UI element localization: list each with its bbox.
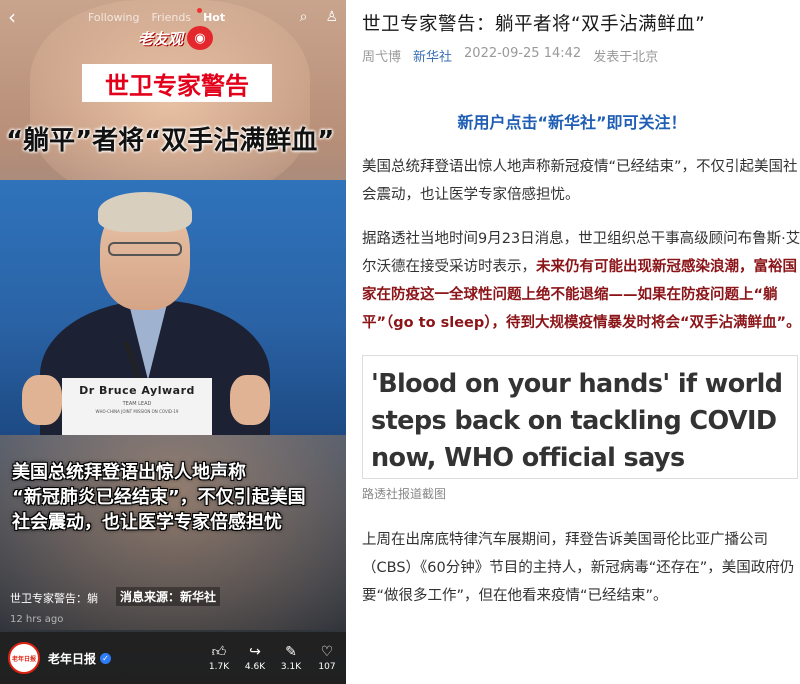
caption-line: 社会震动，也让医学专家倍感担忧 (12, 512, 282, 533)
glasses-shape (108, 242, 182, 256)
account-name-text: 老年日报 (48, 651, 97, 666)
search-icon[interactable]: ⌕ (300, 9, 308, 25)
share-count: 4.6K (244, 662, 266, 672)
headline-line: now, WHO official says (371, 443, 685, 473)
video-subtitle: “躺平”者将“双手沾满鲜血” (6, 126, 335, 156)
source-label: 消息来源：新华社 (116, 587, 221, 606)
caption-line: “新冠肺炎已经结束”，不仅引起美国 (12, 487, 306, 508)
verified-icon: ✓ (100, 652, 112, 664)
follow-promo-link[interactable]: 新用户点击“新华社”即可关注！ (362, 109, 782, 133)
account-name[interactable]: 老年日报 ✓ (48, 650, 112, 667)
plaque-role: TEAM LEAD (122, 401, 152, 407)
like-count: 1.7K (208, 662, 230, 672)
plaque-name: Dr Bruce Aylward (79, 384, 195, 397)
article-location: 发表于北京 (593, 50, 659, 65)
speaker-hair (98, 192, 192, 232)
headline-line: steps back on tackling COVID (371, 406, 777, 436)
favorite-count: 107 (318, 662, 336, 672)
time-ago: 12 hrs ago (10, 614, 64, 625)
article-meta: 周弋博 新华社 2022-09-25 14:42 发表于北京 (362, 46, 800, 65)
tab-friends[interactable]: Friends (152, 11, 192, 24)
avatar-text: 老年日报 (11, 655, 36, 663)
avatar[interactable]: 老年日报 (8, 642, 40, 674)
share-button[interactable]: ↪ 4.6K (244, 644, 266, 672)
article-paragraph: 上周在出席底特律汽车展期间，拜登告诉美国哥伦比亚广播公司（CBS）《60分钟》节… (362, 532, 795, 604)
image-caption: 路透社报道截图 (362, 487, 447, 501)
article-paragraph: 美国总统拜登语出惊人地声称新冠疫情“已经结束”，不仅引起美国社会震动，也让医学专… (362, 159, 798, 203)
article-datetime: 2022-09-25 14:42 (464, 46, 582, 61)
caption-line: 美国总统拜登语出惊人地声称 (12, 462, 246, 483)
channel-logo: 老友观 ◉ (138, 26, 214, 50)
video-panel: ‹ Following Friends Hot ⌕ ♙ 老友观 ◉ 世卫专家警告… (0, 0, 346, 684)
logo-badge-icon: ◉ (187, 26, 214, 50)
headline-line: 'Blood on your hands' if world (371, 369, 783, 399)
video-bottom-bar: 老年日报 老年日报 ✓ 👍︎ 1.7K ↪ 4.6K ✎ 3.1K ♡ 107 (0, 632, 346, 684)
back-icon[interactable]: ‹ (8, 5, 38, 29)
like-icon: 👍︎ (211, 644, 227, 660)
speaker-photo: Dr Bruce Aylward TEAM LEAD WHO-CHINA JOI… (0, 180, 346, 435)
profile-icon[interactable]: ♙ (325, 9, 338, 25)
video-title: 世卫专家警告 (82, 64, 272, 102)
feed-tabs: Following Friends Hot (88, 7, 225, 24)
tab-hot[interactable]: Hot (197, 7, 225, 24)
comment-icon: ✎ (285, 644, 297, 660)
plaque-mission: WHO-CHINA JOINT MISSION ON COVID-19 (95, 409, 179, 414)
video-caption: 美国总统拜登语出惊人地声称 “新冠肺炎已经结束”，不仅引起美国 社会震动，也让医… (0, 460, 346, 535)
logo-text: 老友观 (138, 29, 184, 48)
left-hand (22, 375, 62, 425)
comment-count: 3.1K (280, 662, 302, 672)
right-hand (230, 375, 270, 425)
name-plaque: Dr Bruce Aylward TEAM LEAD WHO-CHINA JOI… (62, 378, 212, 435)
article-author: 周弋博 (362, 50, 402, 65)
video-info-title[interactable]: 世卫专家警告：躺 (10, 590, 98, 606)
article-title: 世卫专家警告：躺平者将“双手沾满鲜血” (362, 14, 706, 35)
reuters-headline-screenshot: 'Blood on your hands' if world steps bac… (362, 355, 798, 479)
engagement-stats: 👍︎ 1.7K ↪ 4.6K ✎ 3.1K ♡ 107 (208, 644, 338, 672)
article-paragraph: 据路透社当地时间9月23日消息，世卫组织总干事高级顾问布鲁斯·艾尔沃德在接受采访… (362, 225, 800, 337)
video-info: 世卫专家警告：躺 消息来源：新华社 12 hrs ago (10, 587, 221, 625)
share-icon: ↪ (249, 644, 261, 660)
article-panel: 世卫专家警告：躺平者将“双手沾满鲜血” 周弋博 新华社 2022-09-25 1… (346, 0, 800, 684)
favorite-button[interactable]: ♡ 107 (316, 644, 338, 672)
favorite-icon: ♡ (320, 644, 334, 660)
tab-following[interactable]: Following (88, 11, 140, 24)
article-source-link[interactable]: 新华社 (413, 46, 452, 65)
comment-button[interactable]: ✎ 3.1K (280, 644, 302, 672)
like-button[interactable]: 👍︎ 1.7K (208, 644, 230, 672)
